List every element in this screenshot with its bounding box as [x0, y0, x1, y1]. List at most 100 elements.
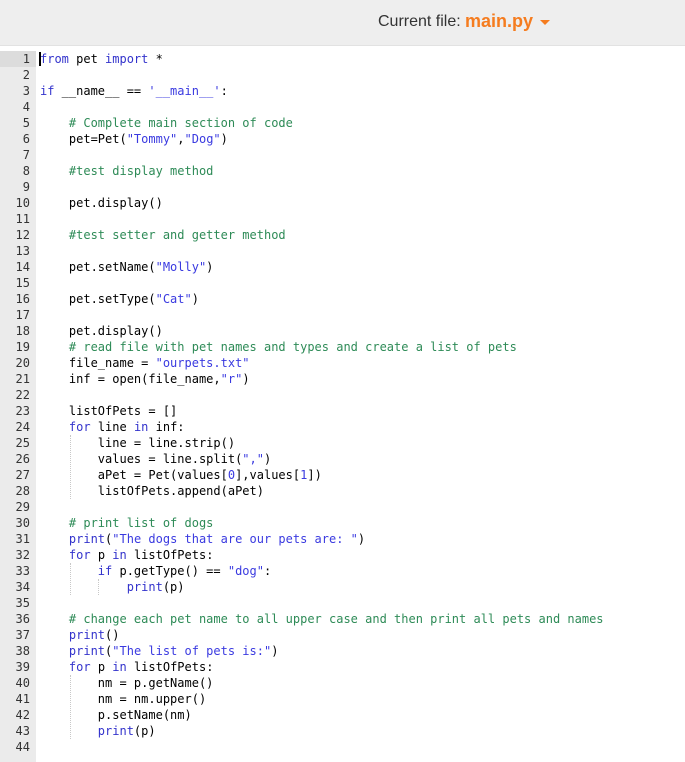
code-line[interactable]: 43 print(p) [0, 723, 685, 739]
code-text[interactable]: if __name__ == '__main__': [40, 83, 228, 99]
code-line[interactable]: 31 print("The dogs that are our pets are… [0, 531, 685, 547]
code-line[interactable]: 35 [0, 595, 685, 611]
code-line[interactable]: 42 p.setName(nm) [0, 707, 685, 723]
code-text[interactable]: for p in listOfPets: [40, 659, 214, 675]
line-number: 16 [15, 292, 30, 306]
code-text[interactable]: for line in inf: [40, 419, 185, 435]
code-text[interactable]: values = line.split(",") [40, 451, 271, 467]
code-line[interactable]: 16 pet.setType("Cat") [0, 291, 685, 307]
code-text[interactable]: print("The list of pets is:") [40, 643, 279, 659]
code-text[interactable]: if p.getType() == "dog": [40, 563, 271, 579]
code-line[interactable]: 17 [0, 307, 685, 323]
indent-guide [70, 675, 71, 739]
code-line[interactable]: 38 print("The list of pets is:") [0, 643, 685, 659]
code-line[interactable]: 1 from pet import * [0, 51, 685, 67]
code-line[interactable]: 37 print() [0, 627, 685, 643]
code-line[interactable]: 19 # read file with pet names and types … [0, 339, 685, 355]
line-number: 34 [15, 580, 30, 594]
code-line[interactable]: 39 for p in listOfPets: [0, 659, 685, 675]
line-number: 23 [15, 404, 30, 418]
caret-down-icon[interactable] [540, 20, 550, 25]
code-line[interactable]: 15 [0, 275, 685, 291]
line-number: 12 [15, 228, 30, 242]
code-line[interactable]: 20 file_name = "ourpets.txt" [0, 355, 685, 371]
code-line[interactable]: 28 listOfPets.append(aPet) [0, 483, 685, 499]
line-number: 4 [22, 100, 30, 114]
code-text[interactable]: # print list of dogs [40, 515, 214, 531]
line-number: 30 [15, 516, 30, 530]
code-text[interactable]: file_name = "ourpets.txt" [40, 355, 250, 371]
code-text[interactable]: from pet import * [40, 51, 163, 67]
line-number: 42 [15, 708, 30, 722]
code-line[interactable]: 12 #test setter and getter method [0, 227, 685, 243]
code-line[interactable]: 24 for line in inf: [0, 419, 685, 435]
code-text[interactable]: for p in listOfPets: [40, 547, 214, 563]
code-line[interactable]: 33 if p.getType() == "dog": [0, 563, 685, 579]
code-text[interactable]: print("The dogs that are our pets are: "… [40, 531, 365, 547]
code-text[interactable]: pet.display() [40, 323, 163, 339]
indent-guide [70, 563, 71, 595]
code-text[interactable]: print() [40, 627, 120, 643]
code-text[interactable]: # change each pet name to all upper case… [40, 611, 604, 627]
code-text[interactable]: listOfPets.append(aPet) [40, 483, 264, 499]
code-text[interactable]: aPet = Pet(values[0],values[1]) [40, 467, 322, 483]
code-line[interactable]: 13 [0, 243, 685, 259]
line-number: 43 [15, 724, 30, 738]
code-text[interactable]: listOfPets = [] [40, 403, 177, 419]
code-line[interactable]: 11 [0, 211, 685, 227]
line-number: 9 [22, 180, 30, 194]
code-line[interactable]: 22 [0, 387, 685, 403]
code-line[interactable]: 2 [0, 67, 685, 83]
code-text[interactable]: inf = open(file_name,"r") [40, 371, 250, 387]
code-text[interactable]: pet.setType("Cat") [40, 291, 199, 307]
code-text[interactable]: p.setName(nm) [40, 707, 192, 723]
line-number: 41 [15, 692, 30, 706]
code-line[interactable]: 23 listOfPets = [] [0, 403, 685, 419]
code-line[interactable]: 40 nm = p.getName() [0, 675, 685, 691]
code-line[interactable]: 6 pet=Pet("Tommy","Dog") [0, 131, 685, 147]
code-line[interactable]: 18 pet.display() [0, 323, 685, 339]
code-text[interactable]: pet=Pet("Tommy","Dog") [40, 131, 228, 147]
line-number: 5 [22, 116, 30, 130]
code-text[interactable]: # Complete main section of code [40, 115, 293, 131]
line-number: 17 [15, 308, 30, 322]
code-line[interactable]: 25 line = line.strip() [0, 435, 685, 451]
code-line[interactable]: 7 [0, 147, 685, 163]
code-text[interactable]: #test setter and getter method [40, 227, 286, 243]
line-number: 11 [15, 212, 30, 226]
code-line[interactable]: 32 for p in listOfPets: [0, 547, 685, 563]
code-line[interactable]: 41 nm = nm.upper() [0, 691, 685, 707]
code-text[interactable]: #test display method [40, 163, 214, 179]
code-text[interactable]: # read file with pet names and types and… [40, 339, 517, 355]
code-text[interactable]: print(p) [40, 723, 156, 739]
line-number: 26 [15, 452, 30, 466]
code-text[interactable]: pet.setName("Molly") [40, 259, 214, 275]
code-line[interactable]: 30 # print list of dogs [0, 515, 685, 531]
code-line[interactable]: 44 [0, 739, 685, 755]
code-editor[interactable]: 1 from pet import * 2 3 if __name__ == '__ma… [0, 51, 685, 762]
code-line[interactable]: 34 print(p) [0, 579, 685, 595]
code-line[interactable]: 3 if __name__ == '__main__': [0, 83, 685, 99]
code-line[interactable]: 9 [0, 179, 685, 195]
current-file-dropdown[interactable]: main.py [465, 11, 533, 32]
code-line[interactable]: 26 values = line.split(",") [0, 451, 685, 467]
code-text[interactable]: pet.display() [40, 195, 163, 211]
code-line[interactable]: 27 aPet = Pet(values[0],values[1]) [0, 467, 685, 483]
code-line[interactable]: 10 pet.display() [0, 195, 685, 211]
code-line[interactable]: 29 [0, 499, 685, 515]
line-number: 39 [15, 660, 30, 674]
line-number: 22 [15, 388, 30, 402]
line-number: 29 [15, 500, 30, 514]
code-line[interactable]: 36 # change each pet name to all upper c… [0, 611, 685, 627]
code-line[interactable]: 4 [0, 99, 685, 115]
line-number: 25 [15, 436, 30, 450]
line-number: 24 [15, 420, 30, 434]
code-line[interactable]: 21 inf = open(file_name,"r") [0, 371, 685, 387]
line-number: 14 [15, 260, 30, 274]
code-text[interactable]: nm = nm.upper() [40, 691, 206, 707]
code-text[interactable]: nm = p.getName() [40, 675, 214, 691]
code-line[interactable]: 5 # Complete main section of code [0, 115, 685, 131]
code-line[interactable]: 8 #test display method [0, 163, 685, 179]
code-text[interactable]: print(p) [40, 579, 185, 595]
code-line[interactable]: 14 pet.setName("Molly") [0, 259, 685, 275]
